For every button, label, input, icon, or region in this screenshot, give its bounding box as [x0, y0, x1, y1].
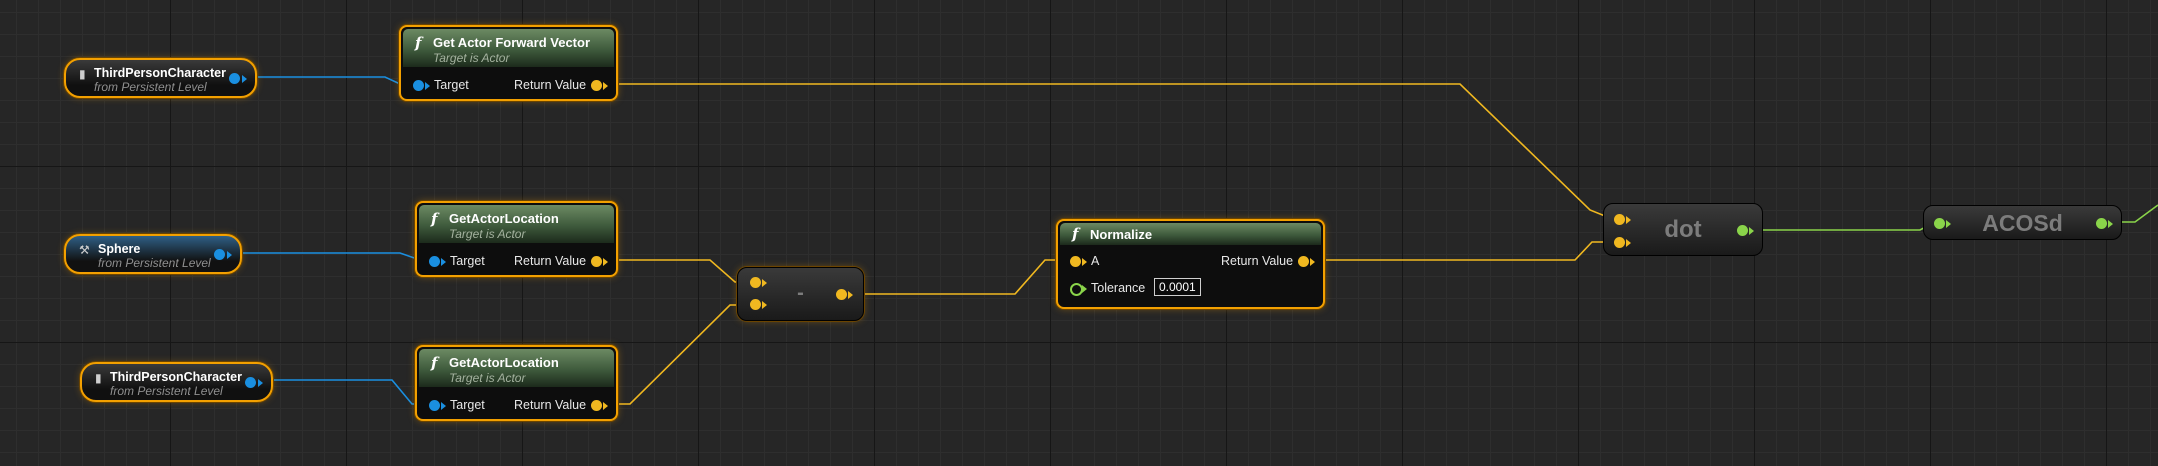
- node-subtitle: Target is Actor: [433, 51, 510, 65]
- function-node-get-actor-location-character[interactable]: f GetActorLocation Target is Actor Targe…: [415, 345, 618, 421]
- pin-label: Target: [450, 398, 485, 412]
- function-f-icon: f: [415, 34, 422, 52]
- pin-arrow-icon: [762, 301, 767, 309]
- variable-name: ThirdPersonCharacter: [94, 66, 226, 80]
- node-header: f GetActorLocation Target is Actor: [419, 349, 614, 387]
- pin-arrow-icon: [2108, 220, 2113, 228]
- variable-node-third-person-character-top[interactable]: ▮ ThirdPersonCharacter from Persistent L…: [64, 58, 257, 98]
- wire-tpc-to-location: [252, 379, 426, 405]
- wire-subtract-to-normalize: [845, 259, 1070, 295]
- tolerance-value-input[interactable]: 0.0001: [1154, 278, 1201, 296]
- pin-label: Target: [434, 78, 469, 92]
- return-value-output-pin[interactable]: [591, 80, 602, 91]
- wire-sphere-loc-to-subtract: [602, 259, 750, 283]
- node-subtitle: Target is Actor: [449, 227, 526, 241]
- pin-label: Return Value: [514, 398, 587, 412]
- output-object-pin[interactable]: [245, 377, 256, 388]
- wire-tpc-to-forward: [236, 76, 410, 85]
- pin-arrow-icon: [762, 279, 767, 287]
- pin-label: Return Value: [514, 254, 587, 268]
- node-title: Get Actor Forward Vector: [433, 35, 590, 50]
- pin-label: Tolerance: [1091, 281, 1146, 295]
- wire-dot-to-acos: [1750, 221, 1936, 231]
- pin-label: Target: [450, 254, 485, 268]
- variable-source: from Persistent Level: [110, 384, 223, 398]
- variable-source: from Persistent Level: [98, 256, 211, 270]
- pin-arrow-icon: [425, 82, 430, 90]
- wire-forward-to-dot: [602, 83, 1611, 219]
- function-node-get-actor-location-sphere[interactable]: f GetActorLocation Target is Actor Targe…: [415, 201, 618, 277]
- pin-arrow-icon: [603, 402, 608, 410]
- pin-arrow-icon: [441, 402, 446, 410]
- pin-label: A: [1091, 254, 1100, 268]
- node-title: ACOSd: [1982, 210, 2063, 236]
- pin-arrow-icon: [1082, 258, 1087, 266]
- function-f-icon: f: [431, 354, 438, 372]
- pin-arrow-icon: [1946, 220, 1951, 228]
- wire-tpc-loc-to-subtract: [602, 304, 750, 405]
- function-f-icon: f: [431, 210, 438, 228]
- output-object-pin[interactable]: [229, 73, 240, 84]
- wire-sphere-to-location: [222, 252, 426, 261]
- static-mesh-actor-icon: ⚒: [79, 243, 90, 257]
- pin-label: Return Value: [1221, 254, 1294, 268]
- variable-source: from Persistent Level: [94, 80, 207, 94]
- return-value-pin-row[interactable]: Return Value: [1221, 253, 1319, 273]
- node-header: f Normalize: [1060, 223, 1321, 245]
- pin-arrow-icon: [1310, 258, 1315, 266]
- output-object-pin[interactable]: [214, 249, 225, 260]
- node-title: GetActorLocation: [449, 355, 559, 370]
- compact-node-acosd[interactable]: ACOSd: [1923, 205, 2122, 240]
- input-a-pin[interactable]: [1614, 214, 1625, 225]
- variable-node-third-person-character-bottom[interactable]: ▮ ThirdPersonCharacter from Persistent L…: [80, 362, 273, 402]
- function-node-get-actor-forward-vector[interactable]: f Get Actor Forward Vector Target is Act…: [399, 25, 618, 101]
- return-value-output-pin[interactable]: [591, 256, 602, 267]
- return-value-output-pin[interactable]: [591, 400, 602, 411]
- target-input-pin[interactable]: [429, 400, 440, 411]
- compact-node-dot[interactable]: dot: [1603, 203, 1763, 256]
- node-header: f Get Actor Forward Vector Target is Act…: [403, 29, 614, 67]
- pin-arrow-icon: [603, 82, 608, 90]
- pin-arrow-icon: [1749, 227, 1754, 235]
- actor-pawn-icon: ▮: [95, 371, 102, 385]
- pin-arrow-icon: [441, 258, 446, 266]
- return-value-pin-row[interactable]: Return Value: [514, 77, 612, 97]
- target-input-pin[interactable]: [413, 80, 424, 91]
- pin-label: Return Value: [514, 78, 587, 92]
- variable-name: Sphere: [98, 242, 141, 256]
- node-title: Normalize: [1090, 227, 1153, 242]
- variable-node-sphere[interactable]: ⚒ Sphere from Persistent Level: [64, 234, 242, 274]
- node-header: f GetActorLocation Target is Actor: [419, 205, 614, 243]
- input-b-pin[interactable]: [750, 299, 761, 310]
- function-node-normalize[interactable]: f Normalize A Return Value Tolerance 0.0…: [1056, 219, 1325, 309]
- input-pin[interactable]: [1934, 218, 1945, 229]
- pin-arrow-icon: [603, 258, 608, 266]
- input-b-pin[interactable]: [1614, 237, 1625, 248]
- actor-pawn-icon: ▮: [79, 67, 86, 81]
- function-f-icon: f: [1072, 225, 1079, 243]
- return-value-pin-row[interactable]: Return Value: [514, 397, 612, 417]
- pin-arrow-icon: [1626, 216, 1631, 224]
- compact-node-subtract[interactable]: -: [737, 267, 864, 321]
- pin-arrow-icon: [1082, 285, 1087, 293]
- output-pin-arrow-icon: [242, 75, 247, 83]
- output-pin[interactable]: [2096, 218, 2107, 229]
- a-input-pin[interactable]: [1070, 256, 1081, 267]
- output-pin-arrow-icon: [227, 251, 232, 259]
- target-input-pin[interactable]: [429, 256, 440, 267]
- output-pin[interactable]: [836, 289, 847, 300]
- pin-arrow-icon: [1626, 239, 1631, 247]
- return-value-pin-row[interactable]: Return Value: [514, 253, 612, 273]
- return-value-output-pin[interactable]: [1298, 256, 1309, 267]
- output-pin-arrow-icon: [258, 379, 263, 387]
- input-a-pin[interactable]: [750, 277, 761, 288]
- output-pin[interactable]: [1737, 225, 1748, 236]
- variable-name: ThirdPersonCharacter: [110, 370, 242, 384]
- wire-normalize-to-dot: [1308, 241, 1610, 261]
- node-subtitle: Target is Actor: [449, 371, 526, 385]
- node-title: GetActorLocation: [449, 211, 559, 226]
- pin-arrow-icon: [848, 291, 853, 299]
